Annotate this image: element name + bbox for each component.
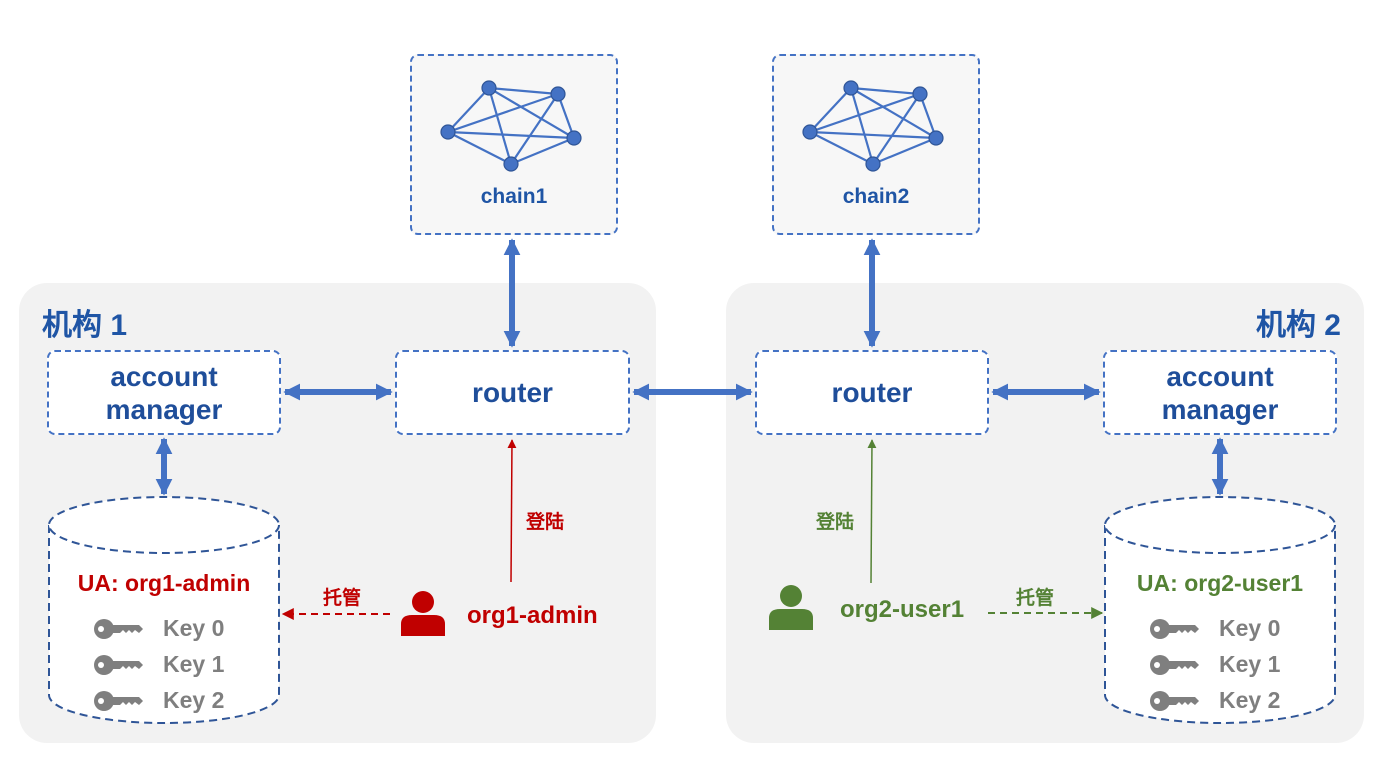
org1-title: 机构 1 bbox=[42, 309, 128, 342]
org2-user-name: org2-user1 bbox=[840, 596, 965, 623]
key-icon bbox=[1150, 618, 1199, 639]
org1-user-name: org1-admin bbox=[467, 602, 598, 629]
key-label: Key 1 bbox=[163, 651, 225, 677]
org1-router[interactable]: router bbox=[395, 350, 630, 435]
org2-title: 机构 2 bbox=[1255, 309, 1341, 342]
org2-router[interactable]: router bbox=[755, 350, 989, 435]
key-icon bbox=[1150, 690, 1199, 711]
account-manager-label-line2: manager bbox=[1161, 393, 1279, 425]
chain1-box[interactable]: chain1 bbox=[410, 54, 618, 235]
user-icon[interactable] bbox=[768, 584, 814, 630]
org2-key-0: Key 0 bbox=[1149, 615, 1280, 642]
network-graph-icon bbox=[802, 80, 944, 172]
org2-login-label: 登陆 bbox=[816, 512, 855, 533]
org1-account-manager[interactable]: account manager bbox=[47, 350, 281, 435]
org1-ua-title: UA: org1-admin bbox=[77, 570, 251, 596]
key-label: Key 2 bbox=[163, 687, 225, 713]
key-icon bbox=[94, 690, 143, 711]
router-label: router bbox=[472, 377, 553, 408]
key-label: Key 2 bbox=[1219, 687, 1281, 713]
key-icon bbox=[1150, 654, 1199, 675]
key-label: Key 0 bbox=[1219, 615, 1281, 641]
org2-custody-label: 托管 bbox=[1016, 588, 1055, 609]
org1-key-0: Key 0 bbox=[93, 615, 224, 642]
account-manager-label-line2: manager bbox=[105, 393, 223, 425]
user-icon[interactable] bbox=[400, 590, 446, 636]
org1-key-1: Key 1 bbox=[93, 651, 224, 678]
key-icon bbox=[94, 654, 143, 675]
key-label: Key 0 bbox=[163, 615, 225, 641]
org1-key-2: Key 2 bbox=[93, 687, 224, 714]
org2-account-manager[interactable]: account manager bbox=[1103, 350, 1337, 435]
key-label: Key 1 bbox=[1219, 651, 1281, 677]
chain1-label: chain1 bbox=[480, 185, 548, 208]
org1-custody-label: 托管 bbox=[323, 588, 362, 609]
router-label: router bbox=[831, 377, 913, 408]
chain2-box[interactable]: chain2 bbox=[772, 54, 980, 235]
org2-ua-title: UA: org2-user1 bbox=[1136, 570, 1304, 596]
chain2-label: chain2 bbox=[842, 185, 910, 208]
account-manager-label-line1: account bbox=[110, 360, 218, 392]
org1-login-label: 登陆 bbox=[526, 512, 565, 533]
key-icon bbox=[94, 618, 143, 639]
account-manager-label-line1: account bbox=[1166, 360, 1274, 392]
org2-key-2: Key 2 bbox=[1149, 687, 1280, 714]
org2-key-1: Key 1 bbox=[1149, 651, 1280, 678]
network-graph-icon bbox=[440, 80, 582, 172]
